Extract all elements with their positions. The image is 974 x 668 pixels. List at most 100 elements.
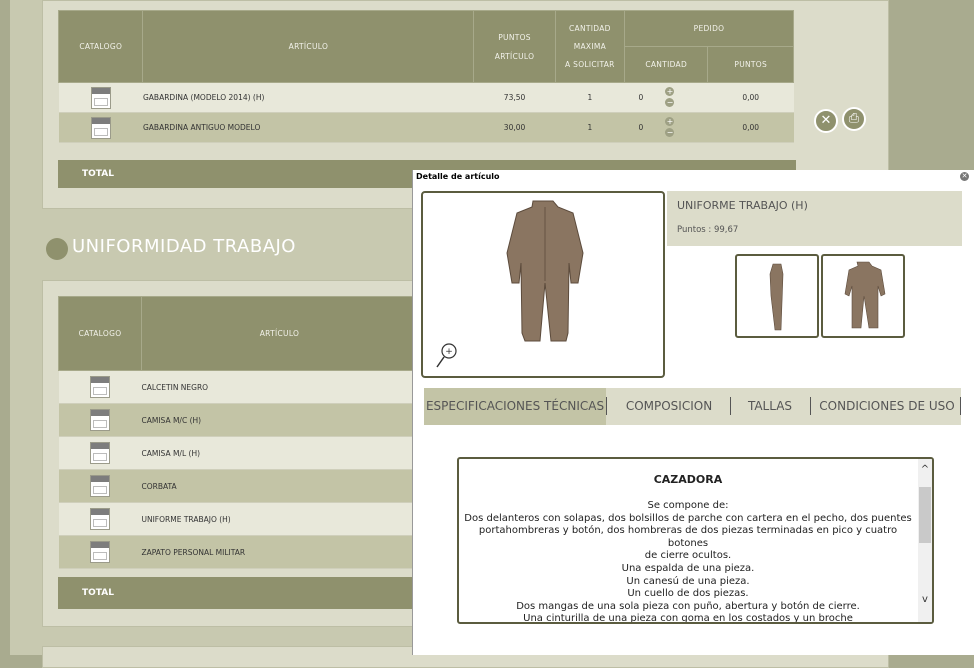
row-articulo: CALCETIN NEGRO xyxy=(141,370,418,404)
row-articulo: GABARDINA ANTIGUO MODELO xyxy=(142,112,474,143)
table-row[interactable]: GABARDINA (MODELO 2014) (H) 73,50 1 0 + … xyxy=(58,82,794,113)
col-max-line1: CANTIDAD xyxy=(569,23,611,33)
section-title: UNIFORMIDAD TRABAJO xyxy=(72,236,296,257)
tab-separator xyxy=(810,397,811,415)
col-max-line3: A SOLICITAR xyxy=(565,59,615,69)
tab-separator xyxy=(606,397,607,415)
print-icon: ⎙ xyxy=(848,111,860,126)
desc-line: de cierre ocultos. xyxy=(644,550,732,562)
product-info: UNIFORME TRABAJO (H) Puntos : 99,67 xyxy=(667,191,962,246)
catalog-doc-icon[interactable] xyxy=(90,508,110,530)
detail-tabs: ESPECIFICACIONES TÉCNICAS COMPOSICION TA… xyxy=(424,388,961,425)
description-box[interactable]: CAZADORA Se compone de: Dos delanteros c… xyxy=(457,457,934,624)
close-icon: ✕ xyxy=(961,172,968,180)
catalog-doc-icon[interactable] xyxy=(90,442,110,464)
row-cantidad: 0 xyxy=(638,93,644,102)
table-row[interactable]: ZAPATO PERSONAL MILITAR xyxy=(58,535,418,569)
thumbnail-side[interactable] xyxy=(735,254,819,338)
coverall-side-thumb xyxy=(769,263,784,331)
col-puntos-line2: ARTÍCULO xyxy=(494,51,535,61)
table-row[interactable]: CAMISA M/L (H) xyxy=(58,436,418,470)
row-articulo: ZAPATO PERSONAL MILITAR xyxy=(141,535,418,569)
table2-total-bar: TOTAL xyxy=(58,577,414,609)
close-icon: ✕ xyxy=(820,113,832,128)
total-label: TOTAL xyxy=(82,588,114,598)
product-main-image[interactable]: + xyxy=(421,191,665,378)
desc-line: Un cuello de dos piezas. xyxy=(627,588,749,600)
row-pedido-puntos: 0,00 xyxy=(707,82,794,113)
thumbnail-front[interactable] xyxy=(821,254,905,338)
col-max-line2: MAXIMA xyxy=(573,41,607,51)
col-puntos-line1: PUNTOS xyxy=(498,32,531,42)
desc-line: Se compone de: xyxy=(647,500,729,511)
coverall-image: + xyxy=(436,200,584,368)
order-table-2: CATALOGO ARTÍCULO CALCETIN NEGRO CAMISA … xyxy=(58,296,418,569)
col-catalogo: CATALOGO xyxy=(58,296,142,371)
desc-text: Se compone de: Dos delanteros con solapa… xyxy=(459,500,917,624)
catalog-doc-icon[interactable] xyxy=(90,475,110,497)
zoom-icon[interactable] xyxy=(433,341,457,369)
row-articulo: CAMISA M/L (H) xyxy=(141,436,418,470)
catalog-doc-icon[interactable] xyxy=(90,409,110,431)
catalog-doc-icon[interactable] xyxy=(90,86,111,109)
tab-separator xyxy=(960,397,961,415)
col-pedido: PEDIDO xyxy=(623,10,795,47)
total-label: TOTAL xyxy=(82,169,114,179)
tab-composicion[interactable]: COMPOSICION xyxy=(608,388,730,425)
modal-close-button[interactable]: ✕ xyxy=(960,172,969,181)
col-catalogo: CATALOGO xyxy=(57,10,144,83)
row-puntos: 30,00 xyxy=(473,112,556,143)
hanger-icon xyxy=(46,238,68,260)
catalog-doc-icon[interactable] xyxy=(90,541,110,563)
row-pedido-puntos: 0,00 xyxy=(707,112,794,143)
desc-line: Un canesú de una pieza. xyxy=(626,575,750,587)
table-row[interactable]: CALCETIN NEGRO xyxy=(58,370,418,404)
row-articulo: GABARDINA (MODELO 2014) (H) xyxy=(142,82,474,113)
row-articulo: CAMISA M/C (H) xyxy=(141,403,418,437)
chevron-up-icon[interactable]: ^ xyxy=(920,465,930,475)
tab-condiciones[interactable]: CONDICIONES DE USO xyxy=(814,388,960,425)
desc-line: Dos delanteros con solapas, dos bolsillo… xyxy=(464,512,912,524)
col-pedido-cantidad: CANTIDAD xyxy=(623,46,709,83)
col-articulo: ARTÍCULO xyxy=(142,10,475,83)
print-button[interactable]: ⎙ xyxy=(842,107,866,131)
minus-icon[interactable]: − xyxy=(665,98,675,107)
plus-icon[interactable]: + xyxy=(665,117,675,126)
col-cantidad-maxima: CANTIDAD MAXIMA A SOLICITAR xyxy=(554,10,625,83)
table-row[interactable]: UNIFORME TRABAJO (H) xyxy=(58,502,418,536)
desc-scrollbar[interactable]: ^ v xyxy=(918,459,932,622)
row-cantidad-cell: 0 + − xyxy=(624,82,708,113)
product-points: Puntos : 99,67 xyxy=(677,225,739,235)
plus-icon[interactable]: + xyxy=(665,87,675,96)
desc-line: Una espalda de una pieza. xyxy=(621,562,755,574)
col-articulo: ARTÍCULO xyxy=(141,296,418,371)
tab-tallas[interactable]: TALLAS xyxy=(732,388,808,425)
row-articulo: CORBATA xyxy=(141,469,418,503)
row-articulo: UNIFORME TRABAJO (H) xyxy=(141,502,418,536)
scrollbar-thumb[interactable] xyxy=(919,487,931,543)
col-pedido-puntos: PUNTOS xyxy=(707,46,794,83)
product-name: UNIFORME TRABAJO (H) xyxy=(677,199,808,212)
minus-icon[interactable]: − xyxy=(665,128,675,137)
tab-especificaciones[interactable]: ESPECIFICACIONES TÉCNICAS xyxy=(424,388,606,425)
desc-line: Una cinturilla de una pieza con goma en … xyxy=(523,613,853,624)
cancel-button[interactable]: ✕ xyxy=(814,109,838,133)
desc-title: CAZADORA xyxy=(653,473,723,486)
catalog-doc-icon[interactable] xyxy=(90,116,111,139)
row-puntos: 73,50 xyxy=(473,82,556,113)
row-max: 1 xyxy=(555,82,625,113)
catalog-doc-icon[interactable] xyxy=(90,376,110,398)
chevron-down-icon[interactable]: v xyxy=(920,595,930,605)
row-max: 1 xyxy=(555,112,625,143)
coverall-front-thumb xyxy=(844,261,886,329)
modal-title: Detalle de artículo xyxy=(416,172,500,181)
order-table-1: CATALOGO ARTÍCULO PUNTOS ARTÍCULO CANTID… xyxy=(57,10,795,143)
table-row[interactable]: CAMISA M/C (H) xyxy=(58,403,418,437)
table-row[interactable]: GABARDINA ANTIGUO MODELO 30,00 1 0 + − 0… xyxy=(58,112,794,143)
tab-separator xyxy=(730,397,731,415)
desc-line: portahombreras y botón, dos hombreras de… xyxy=(478,525,898,549)
row-cantidad: 0 xyxy=(638,123,644,132)
desc-line: Dos mangas de una sola pieza con puño, a… xyxy=(516,600,860,612)
table-row[interactable]: CORBATA xyxy=(58,469,418,503)
col-puntos-articulo: PUNTOS ARTÍCULO xyxy=(473,10,556,83)
